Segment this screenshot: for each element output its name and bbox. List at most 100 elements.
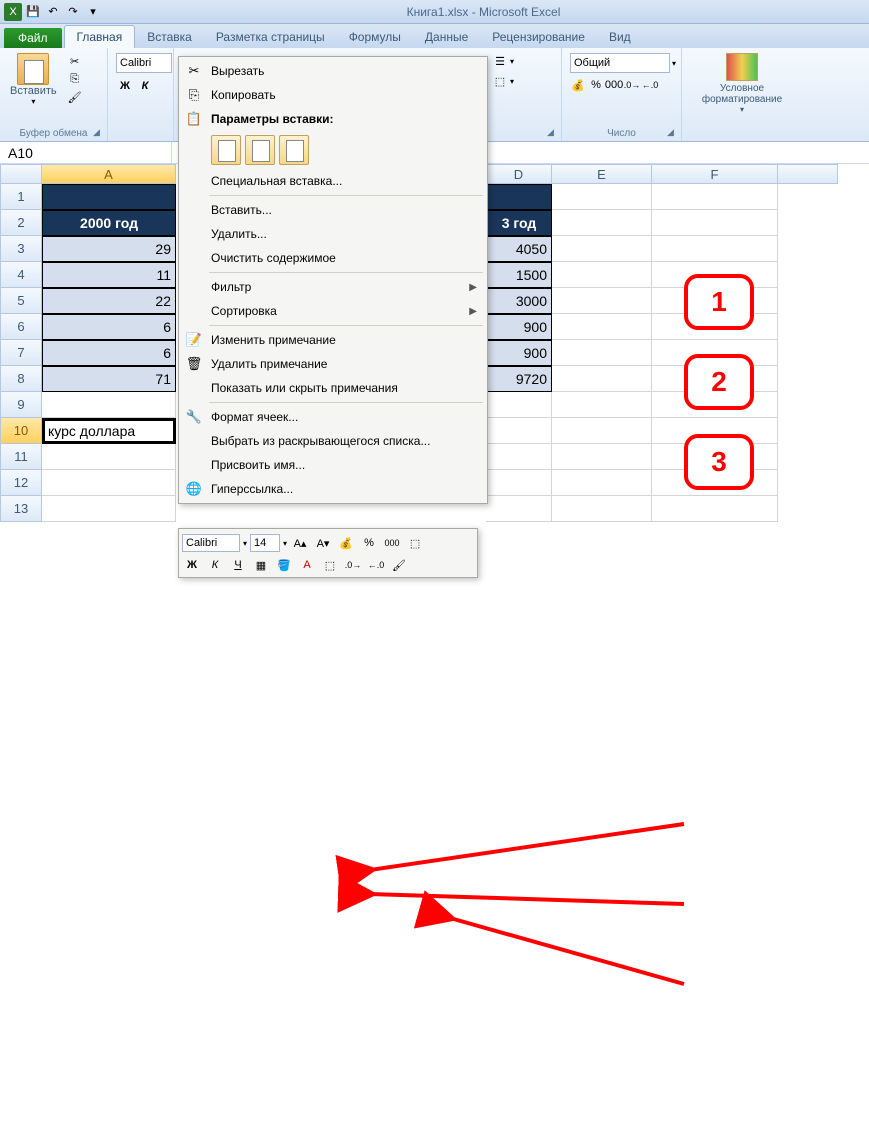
mini-format-icon[interactable]: ⬚ [405, 533, 425, 553]
tab-insert[interactable]: Вставка [135, 26, 204, 48]
ctx-pick-from-list[interactable]: Выбрать из раскрывающегося списка... [179, 429, 487, 453]
row-header-11[interactable]: 11 [0, 444, 42, 470]
ctx-define-name[interactable]: Присвоить имя... [179, 453, 487, 477]
mini-underline-button[interactable]: Ч [228, 555, 248, 575]
mini-percent-icon[interactable]: % [359, 533, 379, 553]
row-header-3[interactable]: 3 [0, 236, 42, 262]
number-format-combo[interactable] [570, 53, 670, 73]
cell-A4[interactable]: 11 [42, 262, 176, 288]
bold-button[interactable]: Ж [116, 77, 134, 95]
row-header-7[interactable]: 7 [0, 340, 42, 366]
ctx-insert[interactable]: Вставить... [179, 198, 487, 222]
cell-A3[interactable]: 29 [42, 236, 176, 262]
cell-E8[interactable] [552, 366, 652, 392]
cell-E13[interactable] [552, 496, 652, 522]
cell-F13[interactable] [652, 496, 778, 522]
cell-E1[interactable] [552, 184, 652, 210]
increase-decimal-icon[interactable]: .0→ [624, 77, 640, 93]
cell-E10[interactable] [552, 418, 652, 444]
mini-fill-color-icon[interactable]: 🪣 [274, 555, 294, 575]
row-header-1[interactable]: 1 [0, 184, 42, 210]
paste-option-default[interactable] [211, 135, 241, 165]
row-header-5[interactable]: 5 [0, 288, 42, 314]
col-header-A[interactable]: A [42, 164, 176, 184]
percent-icon[interactable]: % [588, 77, 604, 93]
mini-merge-icon[interactable]: ⬚ [320, 555, 340, 575]
italic-button[interactable]: К [136, 77, 154, 95]
cell-E11[interactable] [552, 444, 652, 470]
cell-A6[interactable]: 6 [42, 314, 176, 340]
undo-icon[interactable]: ↶ [44, 3, 62, 21]
col-header-E[interactable]: E [552, 164, 652, 184]
mini-dec-decimal-icon[interactable]: ←.0 [366, 555, 386, 575]
cell-D13[interactable] [486, 496, 552, 522]
cell-A1[interactable] [42, 184, 176, 210]
cell-D5[interactable]: 3000 [486, 288, 552, 314]
ctx-delete-comment[interactable]: 🗑Удалить примечание [179, 352, 487, 376]
tab-formulas[interactable]: Формулы [337, 26, 413, 48]
cell-A5[interactable]: 22 [42, 288, 176, 314]
mini-font-combo[interactable]: Calibri [182, 534, 240, 552]
mini-currency-icon[interactable]: 💰 [336, 533, 356, 553]
cell-D10[interactable] [486, 418, 552, 444]
paste-button[interactable]: Вставить ▾ [6, 51, 61, 126]
cell-E2[interactable] [552, 210, 652, 236]
row-header-12[interactable]: 12 [0, 470, 42, 496]
cell-F1[interactable] [652, 184, 778, 210]
cell-E5[interactable] [552, 288, 652, 314]
cell-A11[interactable] [42, 444, 176, 470]
mini-font-color-icon[interactable]: A [297, 555, 317, 575]
ctx-toggle-comments[interactable]: Показать или скрыть примечания [179, 376, 487, 400]
cell-A13[interactable] [42, 496, 176, 522]
mini-format-painter-icon[interactable]: 🖌 [389, 555, 409, 575]
tab-review[interactable]: Рецензирование [480, 26, 597, 48]
cell-E7[interactable] [552, 340, 652, 366]
cell-A8[interactable]: 71 [42, 366, 176, 392]
ctx-edit-comment[interactable]: 📝Изменить примечание [179, 328, 487, 352]
copy-icon[interactable]: ⎘ [67, 71, 83, 87]
ctx-hyperlink[interactable]: 🌐Гиперссылка... [179, 477, 487, 501]
ctx-delete[interactable]: Удалить... [179, 222, 487, 246]
cell-D12[interactable] [486, 470, 552, 496]
format-painter-icon[interactable]: 🖌 [67, 89, 83, 105]
tab-view[interactable]: Вид [597, 26, 643, 48]
align-dialog-launcher[interactable]: ◢ [547, 127, 559, 139]
merge-cells-icon[interactable]: ⬚ [492, 73, 508, 89]
cell-A12[interactable] [42, 470, 176, 496]
cell-D3[interactable]: 4050 [486, 236, 552, 262]
select-all-corner[interactable] [0, 164, 42, 184]
ctx-cut[interactable]: ✂Вырезать [179, 59, 487, 83]
cell-A10[interactable]: курс доллара [42, 418, 176, 444]
col-header-G[interactable] [778, 164, 838, 184]
row-header-10[interactable]: 10 [0, 418, 42, 444]
font-name-combo[interactable] [116, 53, 172, 73]
ctx-filter[interactable]: Фильтр▶ [179, 275, 487, 299]
name-box[interactable]: A10 [0, 142, 172, 164]
file-tab[interactable]: Файл [4, 28, 62, 48]
cell-F3[interactable] [652, 236, 778, 262]
mini-comma-icon[interactable]: 000 [382, 533, 402, 553]
tab-page-layout[interactable]: Разметка страницы [204, 26, 337, 48]
row-header-6[interactable]: 6 [0, 314, 42, 340]
mini-bold-button[interactable]: Ж [182, 555, 202, 575]
cell-D1[interactable] [486, 184, 552, 210]
ctx-copy[interactable]: ⎘Копировать [179, 83, 487, 107]
paste-option-formatting[interactable] [279, 135, 309, 165]
cell-D7[interactable]: 900 [486, 340, 552, 366]
conditional-formatting-button[interactable]: Условное форматирование ▾ [688, 51, 796, 116]
decrease-decimal-icon[interactable]: ←.0 [642, 77, 658, 93]
cell-D6[interactable]: 900 [486, 314, 552, 340]
row-header-4[interactable]: 4 [0, 262, 42, 288]
mini-size-combo[interactable]: 14 [250, 534, 280, 552]
cut-icon[interactable]: ✂ [67, 53, 83, 69]
cell-D8[interactable]: 9720 [486, 366, 552, 392]
cell-A9[interactable] [42, 392, 176, 418]
cell-D2[interactable]: 3 год [486, 210, 552, 236]
cell-E9[interactable] [552, 392, 652, 418]
row-header-13[interactable]: 13 [0, 496, 42, 522]
cell-E12[interactable] [552, 470, 652, 496]
mini-grow-font-icon[interactable]: A▴ [290, 533, 310, 553]
mini-inc-decimal-icon[interactable]: .0→ [343, 555, 363, 575]
ctx-paste-special[interactable]: Специальная вставка... [179, 169, 487, 193]
cell-E4[interactable] [552, 262, 652, 288]
